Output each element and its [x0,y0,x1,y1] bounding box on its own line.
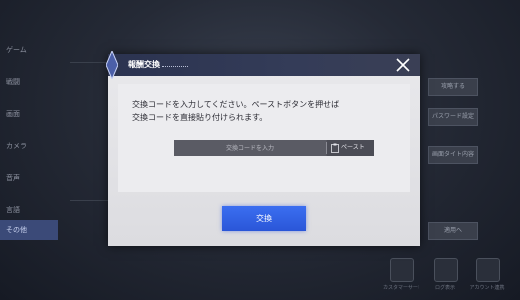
exchange-button[interactable]: 交換 [222,206,306,231]
code-input-group: ペースト [174,140,374,156]
sidebar-item-audio[interactable]: 音声 [0,168,58,188]
close-button[interactable] [394,56,412,74]
close-icon [396,58,410,72]
log-icon[interactable] [434,258,458,282]
account-link-icon[interactable] [476,258,500,282]
instruction-line-1: 交換コードを入力してください。ペーストボタンを押せば [132,100,340,109]
dialog-title: 報酬交換 [128,60,160,69]
sidebar-item-game[interactable]: ゲーム [0,40,58,60]
bottom-label-customer-service: カスタマーサービス [383,285,419,291]
bottom-label-log: ログ表示 [434,285,455,291]
sidebar-item-battle[interactable]: 戦闘 [0,72,58,92]
instruction-text: 交換コードを入力してください。ペーストボタンを押せば 交換コードを直接貼り付けら… [132,98,402,124]
sidebar-item-other[interactable]: その他 [0,220,58,240]
sidebar-item-language[interactable]: 言語 [0,200,58,220]
paste-label: ペースト [341,144,365,151]
dialog-header: 報酬交換 [106,51,420,79]
bg-button-1[interactable]: 攻略する [428,78,478,96]
paste-button[interactable]: ペースト [327,140,374,156]
redeem-code-dialog: 報酬交換 交換コードを入力してください。ペーストボタンを押せば 交換コードを直接… [106,51,420,246]
redeem-code-input[interactable] [174,140,326,156]
header-accent-icon [106,51,118,79]
sidebar-item-display[interactable]: 画面 [0,104,58,124]
title-decoration [162,66,188,67]
settings-sidebar: ゲーム 戦闘 画面 カメラ 音声 言語 その他 [0,40,62,260]
sidebar-item-camera[interactable]: カメラ [0,136,58,156]
clipboard-icon [331,143,339,153]
bg-button-4[interactable]: 適用へ [428,222,478,240]
customer-service-icon[interactable] [390,258,414,282]
dialog-body: 交換コードを入力してください。ペーストボタンを押せば 交換コードを直接貼り付けら… [118,84,410,192]
bg-button-2[interactable]: パスワード設定 [428,108,478,126]
bottom-label-account: アカウント連携 [469,285,505,291]
instruction-line-2: 交換コードを直接貼り付けられます。 [132,113,268,122]
bg-button-3[interactable]: 画面タイト内容 [428,146,478,164]
